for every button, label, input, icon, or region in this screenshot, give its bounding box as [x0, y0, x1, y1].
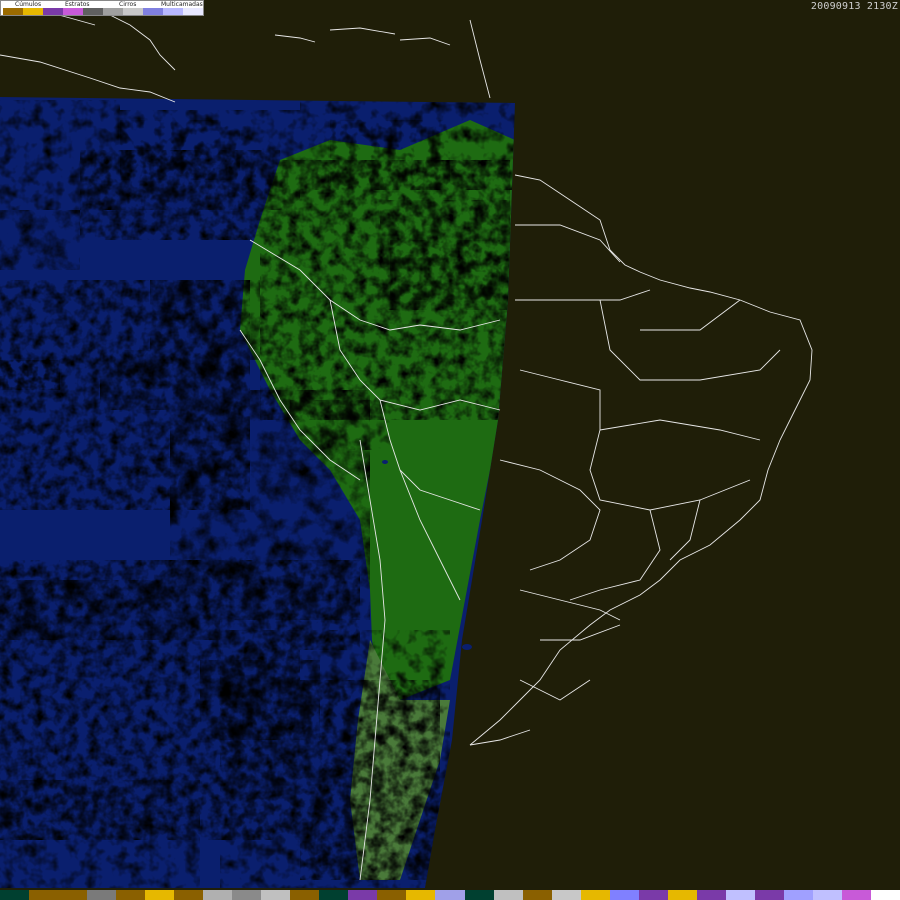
scale-cell	[580, 890, 610, 900]
legend-swatch	[43, 8, 63, 15]
satellite-scan-area	[0, 97, 515, 888]
scale-cell	[493, 890, 523, 900]
scale-cell	[290, 890, 320, 900]
scale-cell	[870, 890, 900, 900]
legend-swatch	[83, 8, 103, 15]
scale-cell	[87, 890, 117, 900]
satellite-cloud-map	[0, 0, 900, 900]
color-scale-bar	[0, 890, 900, 900]
legend-swatch	[123, 8, 143, 15]
scale-cell	[145, 890, 175, 900]
scale-cell	[116, 890, 146, 900]
scale-cell	[377, 890, 407, 900]
scale-cell	[754, 890, 784, 900]
scale-cell	[696, 890, 726, 900]
legend-label-stratus: Estratos	[65, 1, 90, 8]
scale-cell	[551, 890, 581, 900]
scale-cell	[609, 890, 639, 900]
scale-cell	[667, 890, 697, 900]
scale-cell	[435, 890, 465, 900]
scale-cell	[464, 890, 494, 900]
timestamp: 20090913 2130Z	[810, 1, 898, 12]
legend-label-multilayer: Multicamadas	[161, 1, 203, 8]
cloud-type-legend: Cúmulos Estratos Cirros Multicamadas	[0, 0, 204, 16]
legend-swatch	[3, 8, 23, 15]
scale-cell	[261, 890, 291, 900]
legend-swatch	[103, 8, 123, 15]
legend-swatch	[63, 8, 83, 15]
legend-swatch	[183, 8, 203, 15]
scale-cell	[406, 890, 436, 900]
scale-cell	[638, 890, 668, 900]
scale-cell	[319, 890, 349, 900]
scale-cell	[174, 890, 204, 900]
legend-swatch	[143, 8, 163, 15]
scale-cell	[29, 890, 59, 900]
legend-swatch	[23, 8, 43, 15]
scale-cell	[841, 890, 871, 900]
legend-swatch	[163, 8, 183, 15]
scale-cell	[58, 890, 88, 900]
scale-cell	[348, 890, 378, 900]
scale-cell	[0, 890, 30, 900]
legend-label-cirrus: Cirros	[119, 1, 137, 8]
scale-cell	[203, 890, 233, 900]
scale-cell	[522, 890, 552, 900]
scale-cell	[725, 890, 755, 900]
scale-cell	[232, 890, 262, 900]
scale-cell	[783, 890, 813, 900]
legend-label-cumulus: Cúmulos	[15, 1, 42, 8]
scale-cell	[812, 890, 842, 900]
